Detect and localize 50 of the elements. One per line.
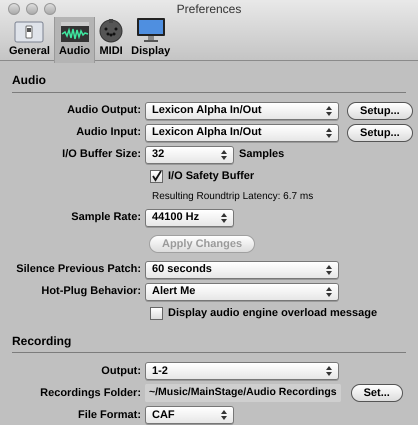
checkbox[interactable]: [150, 170, 163, 182]
push-button[interactable]: Set...: [350, 384, 403, 402]
toolbar-tab[interactable]: MIDI: [95, 17, 128, 62]
field-label: Audio Output:: [67, 104, 141, 116]
field-label: Output:: [101, 364, 141, 377]
switch-icon: [14, 19, 44, 43]
popup-menu[interactable]: 60 seconds: [145, 260, 339, 278]
field-label: Audio Input:: [76, 126, 141, 138]
window-control[interactable]: [26, 2, 38, 14]
window-title: Preferences: [176, 0, 242, 18]
popup-menu[interactable]: Lexicon Alpha In/Out: [145, 102, 339, 120]
field-label: Recordings Folder:: [40, 386, 141, 399]
popup-menu[interactable]: 1-2: [145, 362, 339, 380]
checkmark-icon: [151, 170, 162, 182]
stepper-arrows-icon: [221, 212, 227, 222]
toolbar-tab[interactable]: Display: [127, 17, 174, 62]
midi-connector-icon: [99, 19, 124, 43]
checkbox[interactable]: [150, 306, 163, 320]
field-label: File Format:: [78, 408, 141, 421]
push-button[interactable]: Setup...: [347, 102, 413, 120]
folder-path-field: ~/Music/MainStage/Audio Recordings: [145, 384, 341, 402]
toolbar-tab[interactable]: Audio: [54, 17, 96, 62]
stepper-arrows-icon: [326, 128, 332, 138]
field-label: Silence Previous Patch:: [16, 263, 141, 276]
stepper-arrows-icon: [326, 286, 332, 296]
field-label: Hot-Plug Behavior:: [41, 285, 141, 298]
popup-menu[interactable]: 32: [145, 146, 234, 164]
popup-menu[interactable]: 44100 Hz: [145, 208, 234, 226]
section-heading: Recording: [12, 334, 72, 348]
stepper-arrows-icon: [326, 264, 332, 274]
popup-menu[interactable]: CAF: [145, 406, 234, 424]
waveform-icon: [60, 19, 90, 43]
stepper-arrows-icon: [326, 106, 332, 116]
checkbox-label: Display audio engine overload message: [168, 306, 378, 321]
window-control[interactable]: [8, 2, 20, 14]
monitor-icon: [136, 17, 166, 43]
section-heading: Audio: [12, 73, 46, 87]
unit-label: Samples: [239, 147, 284, 162]
popup-menu[interactable]: Lexicon Alpha In/Out: [145, 124, 339, 142]
push-button[interactable]: Setup...: [347, 124, 413, 142]
checkbox-label: I/O Safety Buffer: [168, 168, 254, 184]
window-control[interactable]: [44, 2, 56, 14]
toolbar-tab[interactable]: General: [5, 17, 54, 62]
stepper-arrows-icon: [326, 366, 332, 376]
stepper-arrows-icon: [221, 410, 227, 420]
popup-menu[interactable]: Alert Me: [145, 282, 339, 300]
latency-text: Resulting Roundtrip Latency: 6.7 ms: [152, 190, 314, 204]
stepper-arrows-icon: [221, 150, 227, 160]
field-label: Sample Rate:: [71, 211, 141, 224]
field-label: I/O Buffer Size:: [62, 148, 141, 160]
